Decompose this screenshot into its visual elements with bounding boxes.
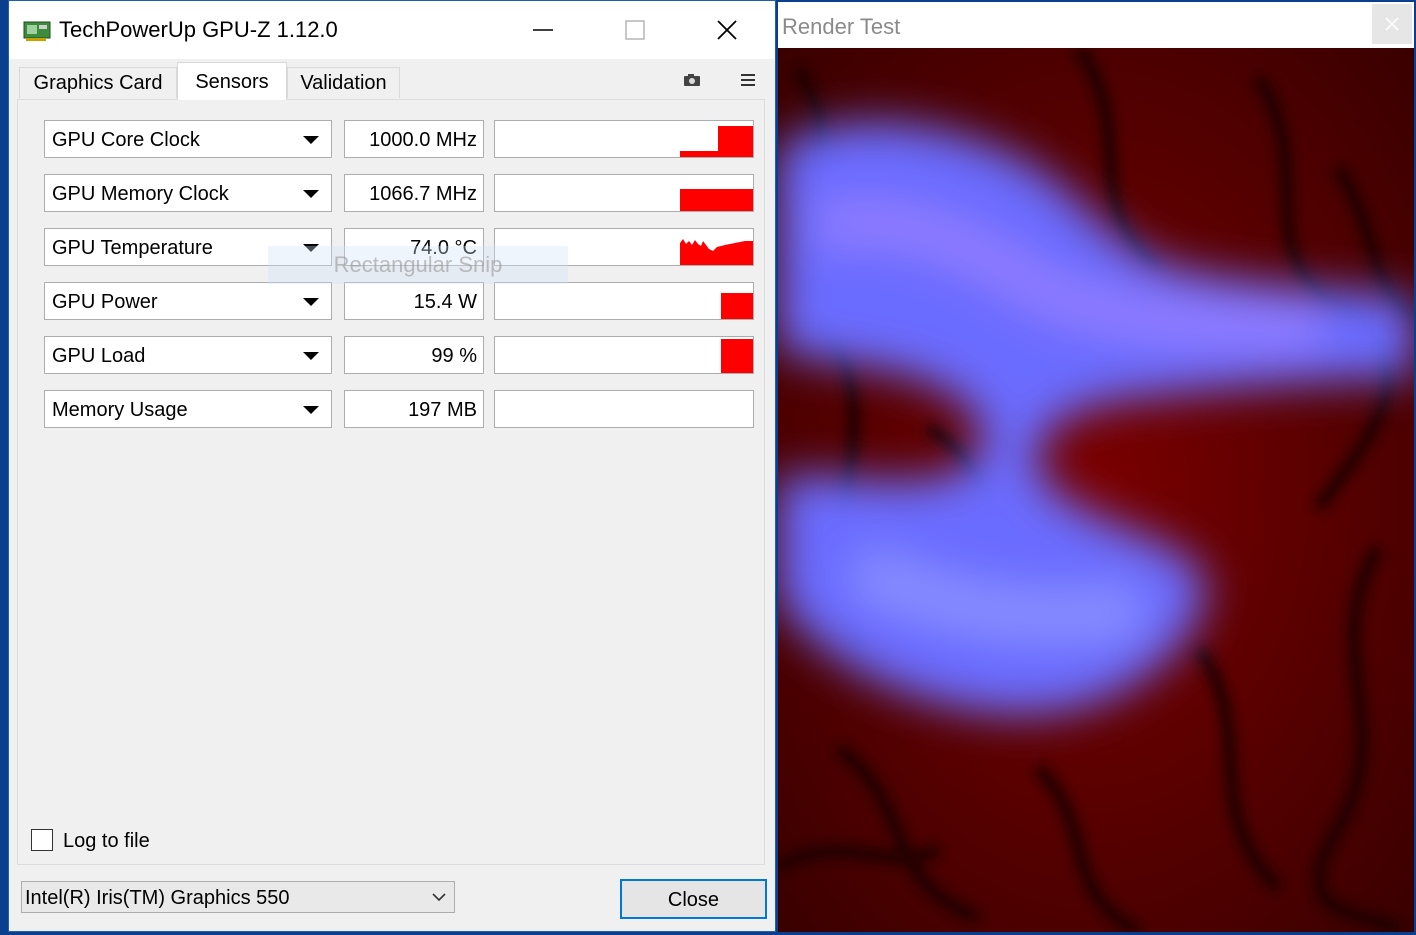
gpu-card-icon [23,21,51,41]
close-icon [717,20,737,40]
sensor-select[interactable]: GPU Core Clock [44,120,332,158]
sensor-graph [494,336,754,374]
sensor-value-text: 15.4 W [413,291,477,313]
sensor-select[interactable]: GPU Temperature [44,228,332,266]
log-to-file-checkbox[interactable] [31,829,53,851]
render-test-titlebar[interactable]: Render Test [778,2,1414,48]
sensor-name: GPU Load [52,345,146,367]
gpu-select-dropdown[interactable]: Intel(R) Iris(TM) Graphics 550 [21,881,455,913]
maximize-icon [625,20,645,40]
sensor-row: GPU Power 15.4 W [36,282,754,322]
log-to-file-label[interactable]: Log to file [63,830,150,853]
minimize-icon [533,29,553,31]
close-window-button[interactable] [695,7,759,53]
tab-validation[interactable]: Validation [287,67,400,98]
sensor-select[interactable]: GPU Load [44,336,332,374]
sensor-select[interactable]: GPU Memory Clock [44,174,332,212]
sensor-graph [494,174,754,212]
sensor-value-text: 1000.0 MHz [369,129,477,151]
sensor-row: Memory Usage 197 MB [36,390,754,430]
render-test-close-button[interactable] [1372,4,1412,44]
sensors-panel: GPU Core Clock 1000.0 MHz GPU Memory Clo… [17,99,765,865]
sensor-row: GPU Temperature 74.0 °C [36,228,754,268]
sensor-name: Memory Usage [52,399,188,421]
sensor-graph-plot [721,339,753,373]
close-button[interactable]: Close [620,879,767,919]
sensor-graph-plot [721,293,753,319]
dropdown-arrow-icon [303,190,319,198]
sensor-value: 197 MB [344,390,484,428]
sensor-graph [494,282,754,320]
render-test-canvas [778,48,1414,932]
sensor-value-text: 99 % [431,345,477,367]
camera-icon[interactable] [682,73,702,87]
dropdown-arrow-icon [303,244,319,252]
dropdown-arrow-icon [303,406,319,414]
sensor-value: 15.4 W [344,282,484,320]
minimize-button[interactable] [511,7,575,53]
sensor-name: GPU Power [52,291,158,313]
dropdown-arrow-icon [303,136,319,144]
close-icon [1385,17,1399,31]
sensor-graph [494,390,754,428]
sensor-graph-plot [495,391,754,428]
tab-graphics-card[interactable]: Graphics Card [19,67,177,98]
dropdown-arrow-icon [303,298,319,306]
sensor-graph [494,120,754,158]
sensor-value-text: 1066.7 MHz [369,183,477,205]
hamburger-menu-icon[interactable] [738,73,758,87]
sensor-row: GPU Load 99 % [36,336,754,376]
sensor-row: GPU Memory Clock 1066.7 MHz [36,174,754,214]
tab-strip: Graphics Card Sensors Validation [9,59,775,100]
gpuz-window: TechPowerUp GPU-Z 1.12.0 Graphics Card S… [8,0,776,932]
sensor-name: GPU Core Clock [52,129,200,151]
gpu-select-value: Intel(R) Iris(TM) Graphics 550 [25,887,290,909]
sensor-value: 1066.7 MHz [344,174,484,212]
sensor-value: 1000.0 MHz [344,120,484,158]
render-test-title: Render Test [782,14,901,39]
gpuz-titlebar[interactable]: TechPowerUp GPU-Z 1.12.0 [9,1,775,59]
sensor-value-text: 74.0 °C [410,237,477,259]
sensor-value-text: 197 MB [408,399,477,421]
render-test-window: Render Test [778,2,1414,932]
maximize-button[interactable] [603,7,667,53]
sensor-graph-plot [680,189,753,211]
sensor-value: 99 % [344,336,484,374]
dropdown-arrow-icon [303,352,319,360]
sensor-name: GPU Temperature [52,237,213,259]
sensor-graph [494,228,754,266]
sensor-graph-plot [680,239,753,265]
sensor-name: GPU Memory Clock [52,183,229,205]
sensor-select[interactable]: Memory Usage [44,390,332,428]
sensor-graph-plot [680,126,753,157]
sensor-row: GPU Core Clock 1000.0 MHz [36,120,754,160]
sensor-select[interactable]: GPU Power [44,282,332,320]
window-title: TechPowerUp GPU-Z 1.12.0 [59,17,338,42]
chevron-down-icon [432,893,446,902]
tab-sensors[interactable]: Sensors [177,62,287,100]
sensor-value: 74.0 °C [344,228,484,266]
